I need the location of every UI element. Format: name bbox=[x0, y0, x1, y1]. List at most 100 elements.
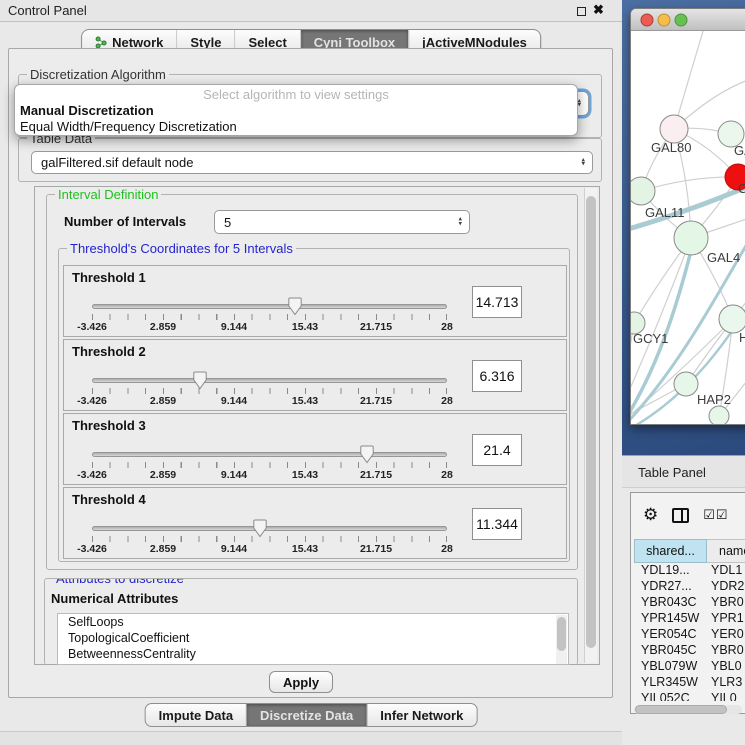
close-traffic-icon bbox=[641, 14, 653, 26]
slider-ticks bbox=[92, 536, 447, 542]
numerical-attributes-list[interactable]: SelfLoops TopologicalCoefficient Between… bbox=[57, 613, 569, 665]
tick-label: 9.144 bbox=[221, 469, 247, 481]
checked-columns-icon[interactable]: ☑☑ bbox=[703, 507, 728, 523]
node-gal80[interactable] bbox=[660, 115, 688, 143]
traffic-lights bbox=[640, 13, 692, 27]
network-icon bbox=[95, 36, 107, 49]
close-icon[interactable]: ✖ bbox=[593, 2, 604, 18]
table-row[interactable]: YER054CYER0 bbox=[634, 627, 745, 643]
node-label: GCY1 bbox=[633, 331, 668, 346]
network-graph: GAL80 GA C GAL11 GAL4 GCY1 H HAP2 bbox=[631, 31, 745, 425]
threshold-label: Threshold 1 bbox=[72, 270, 146, 285]
tick-label: 9.144 bbox=[221, 321, 247, 333]
node-gal4[interactable] bbox=[674, 221, 708, 255]
threshold-slider-2[interactable] bbox=[92, 378, 447, 383]
network-view-window[interactable]: GAL80 GA C GAL11 GAL4 GCY1 H HAP2 bbox=[630, 8, 745, 425]
columns-icon[interactable] bbox=[672, 508, 689, 523]
list-item[interactable]: SelfLoops bbox=[58, 614, 568, 630]
tick-label: 15.43 bbox=[292, 395, 318, 407]
node-table: shared... name YDL19...YDL1 YDR27...YDR2… bbox=[634, 539, 745, 701]
attributes-group: Attributes to discretize Numerical Attri… bbox=[44, 578, 578, 665]
tick-label: 28 bbox=[441, 395, 453, 407]
threshold-value-field[interactable]: 21.4 bbox=[472, 434, 522, 466]
number-of-intervals-label: Number of Intervals bbox=[64, 214, 186, 229]
node-label: GAL80 bbox=[651, 140, 691, 155]
panel-title: Control Panel bbox=[8, 3, 87, 18]
number-of-intervals-combobox[interactable]: 5 ▴▾ bbox=[214, 210, 470, 234]
list-scrollbar[interactable] bbox=[556, 615, 567, 665]
table-row[interactable]: YBL079WYBL0 bbox=[634, 659, 745, 675]
group-title: Discretization Algorithm bbox=[27, 67, 169, 82]
slider-ticks bbox=[92, 314, 447, 320]
scrollbar-thumb[interactable] bbox=[557, 617, 566, 651]
tab-impute-data[interactable]: Impute Data bbox=[146, 704, 247, 726]
scrollbar-thumb[interactable] bbox=[635, 705, 727, 714]
tab-infer-network[interactable]: Infer Network bbox=[367, 704, 476, 726]
threshold-label: Threshold 4 bbox=[72, 492, 146, 507]
numerical-attributes-label: Numerical Attributes bbox=[51, 591, 178, 606]
table-row[interactable]: YDL19...YDL1 bbox=[634, 563, 745, 579]
table-row[interactable]: YIL052CYIL0 bbox=[634, 691, 745, 701]
tick-label: 21.715 bbox=[360, 469, 392, 481]
tab-discretize-data[interactable]: Discretize Data bbox=[247, 704, 367, 726]
tick-label: 28 bbox=[441, 321, 453, 333]
threshold-label: Threshold 3 bbox=[72, 418, 146, 433]
slider-ticks bbox=[92, 388, 447, 394]
threshold-panel-1: Threshold 1 -3.426 2.859 9.144 15.43 21.… bbox=[63, 265, 567, 337]
node-bottom[interactable] bbox=[709, 406, 729, 425]
table-row[interactable]: YBR043CYBR0 bbox=[634, 595, 745, 611]
list-item[interactable]: TopologicalCoefficient bbox=[58, 630, 568, 646]
apply-button[interactable]: Apply bbox=[269, 671, 333, 693]
table-data-group: Table Data galFiltered.sif default node … bbox=[18, 138, 602, 182]
algorithm-dropdown-popup: Select algorithm to view settings Manual… bbox=[14, 84, 578, 136]
table-panel: ⚙ ☑☑ shared... name YDL19...YDL1 YDR27..… bbox=[630, 492, 745, 714]
slider-scale: -3.426 2.859 9.144 15.43 21.715 28 bbox=[92, 543, 447, 555]
threshold-value-field[interactable]: 14.713 bbox=[472, 286, 522, 318]
column-header-shared-name[interactable]: shared... bbox=[634, 539, 707, 563]
network-canvas[interactable]: GAL80 GA C GAL11 GAL4 GCY1 H HAP2 bbox=[631, 31, 745, 425]
dropdown-placeholder-item[interactable]: Select algorithm to view settings bbox=[15, 85, 577, 103]
column-header-name[interactable]: name bbox=[707, 539, 745, 563]
settings-vertical-scrollbar[interactable] bbox=[584, 188, 597, 663]
node-label: GAL11 bbox=[645, 205, 685, 220]
network-window-titlebar[interactable] bbox=[631, 9, 745, 31]
slider-scale: -3.426 2.859 9.144 15.43 21.715 28 bbox=[92, 469, 447, 481]
table-data-combobox[interactable]: galFiltered.sif default node ▴▾ bbox=[31, 151, 593, 174]
table-header-row: shared... name bbox=[634, 539, 745, 563]
float-icon[interactable] bbox=[577, 7, 586, 16]
threshold-slider-3[interactable] bbox=[92, 452, 447, 457]
zoom-traffic-icon bbox=[675, 14, 687, 26]
slider-ticks bbox=[92, 462, 447, 468]
table-row[interactable]: YLR345WYLR3 bbox=[634, 675, 745, 691]
table-row[interactable]: YBR045CYBR0 bbox=[634, 643, 745, 659]
tab-label: Infer Network bbox=[380, 708, 463, 723]
gear-icon[interactable]: ⚙ bbox=[643, 505, 658, 525]
threshold-slider-4[interactable] bbox=[92, 526, 447, 531]
threshold-value-field[interactable]: 6.316 bbox=[472, 360, 522, 392]
table-row[interactable]: YPR145WYPR1 bbox=[634, 611, 745, 627]
combo-arrows-icon: ▴▾ bbox=[581, 158, 585, 167]
tick-label: 21.715 bbox=[360, 543, 392, 555]
table-horizontal-scrollbar[interactable] bbox=[634, 705, 742, 714]
node-gal11[interactable] bbox=[631, 177, 655, 205]
node-label: C bbox=[738, 181, 745, 196]
dropdown-option-manual[interactable]: Manual Discretization bbox=[15, 103, 577, 119]
tick-label: 2.859 bbox=[150, 395, 176, 407]
group-title: Attributes to discretize bbox=[53, 578, 187, 586]
list-item[interactable]: BetweennessCentrality bbox=[58, 646, 568, 662]
combo-arrows-icon: ▴▾ bbox=[577, 99, 581, 108]
combo-arrows-icon: ▴▾ bbox=[458, 218, 462, 227]
node-label: GA bbox=[734, 143, 745, 158]
threshold-slider-1[interactable] bbox=[92, 304, 447, 309]
tick-label: 21.715 bbox=[360, 395, 392, 407]
tick-label: -3.426 bbox=[77, 469, 107, 481]
node-right-mid[interactable] bbox=[719, 305, 745, 333]
dropdown-option-equal-width[interactable]: Equal Width/Frequency Discretization bbox=[15, 119, 577, 135]
threshold-value-field[interactable]: 11.344 bbox=[472, 508, 522, 540]
scrollbar-thumb[interactable] bbox=[586, 196, 596, 648]
threshold-panel-2: Threshold 2 -3.426 2.859 9.144 15.43 21.… bbox=[63, 339, 567, 411]
node-hap2[interactable] bbox=[674, 372, 698, 396]
table-row[interactable]: YDR27...YDR2 bbox=[634, 579, 745, 595]
control-panel: Control Panel ✖ Network Style Select Cyn… bbox=[0, 0, 622, 745]
table-panel-titlebar: Table Panel bbox=[622, 456, 745, 488]
